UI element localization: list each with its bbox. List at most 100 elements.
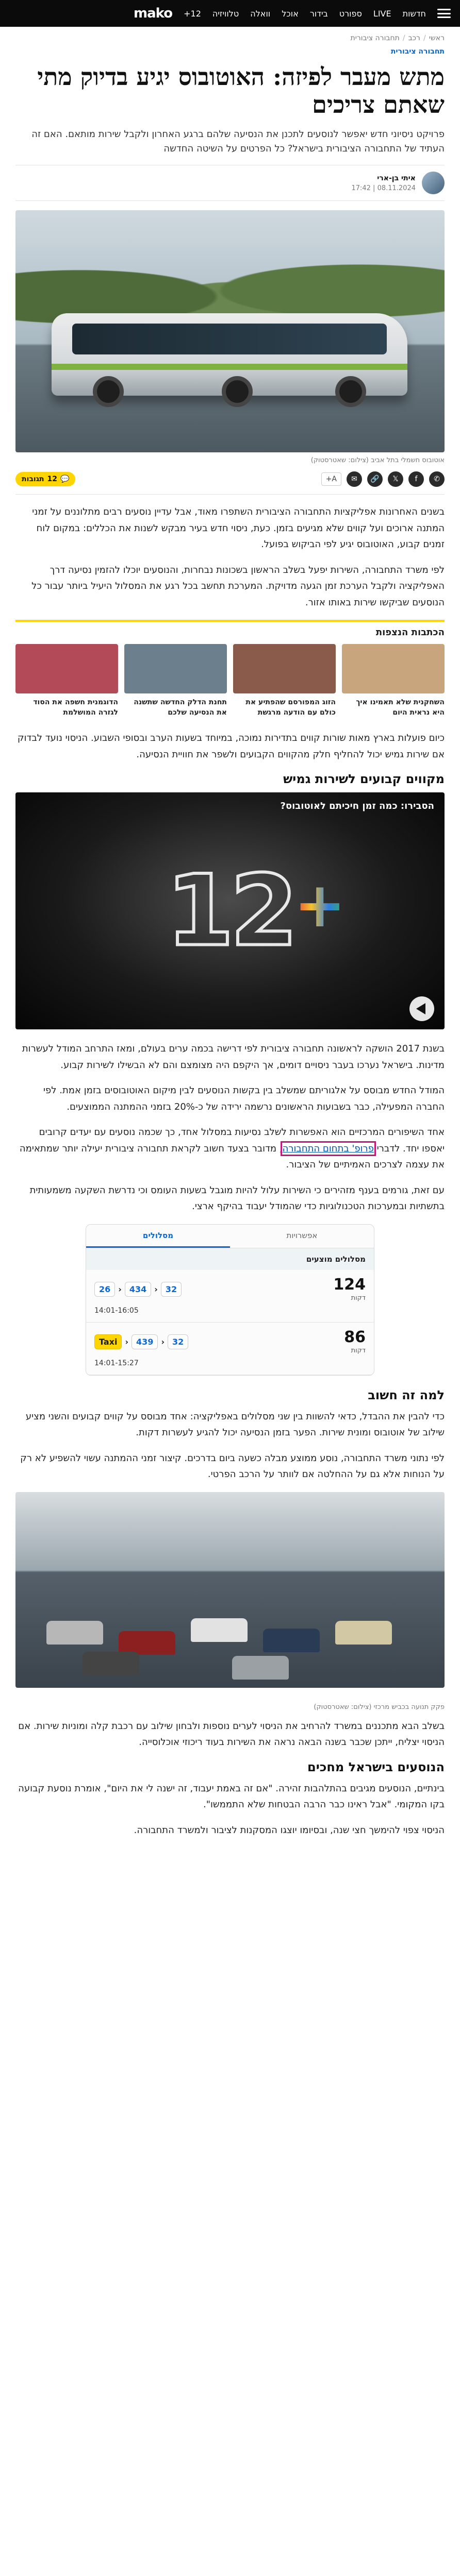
- route-option[interactable]: 86 דקות Taxi › 439 › 32 14:01-15:27: [86, 1323, 374, 1375]
- breadcrumb-transport[interactable]: תחבורה ציבורית: [351, 34, 400, 42]
- arrow-icon: ›: [118, 1284, 122, 1294]
- bus-line-badge: 32: [160, 1281, 182, 1297]
- author-info: איתי בן-ארי 08.11.2024 | 17:42: [351, 174, 416, 192]
- paragraph: אחד השיפורים המרכזיים הוא האפשרות לשלב נ…: [15, 1124, 445, 1173]
- paragraph: בשלב הבא מתכננים במשרד להרחיב את הניסוי …: [18, 1720, 445, 1748]
- paragraph: בינתיים, הנוסעים מגיבים בהתלהבות זהירה. …: [18, 1783, 445, 1810]
- nav-item-food[interactable]: אוכל: [282, 9, 299, 19]
- tab-options[interactable]: אפשרויות: [230, 1225, 374, 1248]
- section-heading: מקווים קבועים לשירות גמיש: [283, 772, 445, 787]
- font-size-button[interactable]: A+: [321, 472, 341, 486]
- mako-logo[interactable]: mako: [134, 6, 173, 21]
- route-legs: Taxi › 439 › 32: [94, 1334, 189, 1349]
- category-tag[interactable]: תחבורה ציבורית: [15, 47, 445, 60]
- related-card[interactable]: תחנת הדלק החדשה שתשנה את הנסיעה שלכם: [124, 644, 227, 718]
- top-navigation-bar: חדשות LIVE ספורט בידור אוכל וואלה טלוויז…: [0, 0, 460, 27]
- mail-icon[interactable]: ✉: [347, 471, 362, 487]
- nav-item-walla[interactable]: וואלה: [250, 9, 270, 19]
- bus-line-badge: 32: [168, 1334, 189, 1349]
- related-title[interactable]: הדוגמנית חשפה את הסוד לגזרה המושלמת: [15, 698, 118, 718]
- comments-button[interactable]: 💬 12 תגובות: [15, 472, 76, 487]
- related-title[interactable]: תחנת הדלק החדשה שתשנה את הנסיעה שלכם: [124, 698, 227, 718]
- plus-logo: +: [294, 870, 346, 942]
- facebook-icon[interactable]: f: [408, 471, 424, 487]
- whatsapp-icon[interactable]: ✆: [429, 471, 445, 487]
- main-nav: חדשות LIVE ספורט בידור אוכל וואלה טלוויז…: [184, 9, 426, 19]
- comments-label: תגובות: [22, 475, 44, 484]
- traffic-photo: [15, 1492, 445, 1688]
- hamburger-icon[interactable]: [437, 9, 451, 18]
- video-title: הסבירו: כמה זמן חיכיתם לאוטובוס?: [280, 801, 434, 812]
- author-name[interactable]: איתי בן-ארי: [351, 174, 416, 182]
- related-grid: השחקנית שלא תאמינו איך היא נראית היום הז…: [15, 644, 445, 718]
- paragraph: בשנים האחרונות אפליקציות התחבורה הציבורי…: [32, 506, 445, 550]
- nav-item-tv[interactable]: טלוויזיה: [212, 9, 239, 19]
- related-card[interactable]: הדוגמנית חשפה את הסוד לגזרה המושלמת: [15, 644, 118, 718]
- paragraph: כיום פועלות בארץ מאות שורות קווים בתדירו…: [17, 733, 445, 760]
- route-time: 14:01-16:05: [94, 1306, 139, 1315]
- article-subtitle: פרויקט ניסיוני חדש יאפשר לנוסעים לתכנן א…: [31, 128, 445, 155]
- route-duration: 86 דקות: [344, 1328, 366, 1354]
- hero-caption: אוטובוס חשמלי בתל אביב (צילום: שאטרסטוק): [310, 456, 445, 465]
- paragraph: לפי משרד התחבורה, השירות יפעל בשלב הראשו…: [31, 564, 445, 608]
- related-title[interactable]: השחקנית שלא תאמינו איך היא נראית היום: [342, 698, 445, 718]
- paragraph: בשנת 2017 הושקה לראשונה תחבורה ציבורית ל…: [22, 1043, 445, 1071]
- related-thumbnail[interactable]: [233, 644, 336, 694]
- related-card[interactable]: השחקנית שלא תאמינו איך היא נראית היום: [342, 644, 445, 718]
- arrow-icon: ›: [161, 1336, 165, 1347]
- nav-item-live[interactable]: LIVE: [373, 9, 391, 19]
- taxi-badge: Taxi: [94, 1334, 122, 1349]
- paragraph: לפי נתוני משרד התחבורה, נוסע ממוצע מבלה …: [20, 1452, 445, 1480]
- related-heading: הכתבות הנצפות: [375, 627, 445, 638]
- publish-date: 08.11.2024 | 17:42: [351, 184, 416, 192]
- related-card[interactable]: הזוג המפורסם שהפתיע את כולם עם הודעה מרג…: [233, 644, 336, 718]
- paragraph: הניסוי צפוי להימשך חצי שנה, ובסיומו יוצג…: [134, 1824, 445, 1836]
- author-meta: איתי בן-ארי 08.11.2024 | 17:42: [15, 165, 445, 201]
- hero-image: [15, 210, 445, 453]
- breadcrumb: ראשי / רכב / תחבורה ציבורית: [15, 27, 445, 47]
- comment-icon: 💬: [60, 475, 70, 484]
- nav-item-sport[interactable]: ספורט: [339, 9, 362, 19]
- nav-item-news[interactable]: חדשות: [403, 9, 426, 19]
- nav-item-entertainment[interactable]: בידור: [310, 9, 328, 19]
- related-thumbnail[interactable]: [124, 644, 227, 694]
- arrow-icon: ›: [125, 1336, 129, 1347]
- related-title[interactable]: הזוג המפורסם שהפתיע את כולם עם הודעה מרג…: [233, 698, 336, 718]
- link-icon[interactable]: 🔗: [367, 471, 383, 487]
- route-legs: 26 › 434 › 32: [94, 1281, 182, 1297]
- bus-illustration: [52, 313, 407, 408]
- video-player[interactable]: הסבירו: כמה זמן חיכיתם לאוטובוס? 12 +: [15, 792, 445, 1030]
- breadcrumb-home[interactable]: ראשי: [429, 34, 445, 42]
- route-option[interactable]: 124 דקות 26 › 434 › 32 14:01-16:05: [86, 1270, 374, 1323]
- channel-12-logo: 12: [165, 853, 300, 970]
- section-heading: הנוסעים בישראל מחכים: [307, 1759, 445, 1774]
- route-time: 14:01-15:27: [94, 1359, 139, 1367]
- related-thumbnail[interactable]: [15, 644, 118, 694]
- tab-routes[interactable]: מסלולים: [86, 1225, 230, 1248]
- app-screenshot-card: אפשרויות מסלולים מסלולים מוצעים 124 דקות…: [86, 1224, 374, 1376]
- comments-count: 12: [47, 475, 58, 484]
- play-icon[interactable]: [409, 996, 434, 1022]
- routes-section-title: מסלולים מוצעים: [86, 1248, 374, 1270]
- bus-line-badge: 434: [124, 1281, 152, 1297]
- breadcrumb-cars[interactable]: רכב: [408, 34, 420, 42]
- breadcrumb-separator: /: [423, 34, 426, 42]
- photo-caption: פקק תנועה בכביש מרכזי (צילום: שאטרסטוק): [314, 1703, 445, 1711]
- inline-link[interactable]: פרופ' בתחום התחבורה: [280, 1141, 376, 1156]
- paragraph: עם זאת, גורמים בענף מזהירים כי השירות על…: [29, 1184, 445, 1212]
- twitter-icon[interactable]: 𝕏: [388, 471, 403, 487]
- arrow-icon: ›: [154, 1284, 158, 1294]
- section-heading: למה זה חשוב: [368, 1387, 445, 1402]
- avatar: [422, 172, 445, 195]
- app-tabs: אפשרויות מסלולים: [86, 1225, 374, 1248]
- breadcrumb-separator: /: [402, 34, 405, 42]
- route-duration: 124 דקות: [333, 1275, 366, 1302]
- paragraph: המודל החדש מבוסס על אלגוריתם שמשלב בין ב…: [43, 1085, 445, 1112]
- related-thumbnail[interactable]: [342, 644, 445, 694]
- paragraph: כדי להבין את ההבדל, כדאי להשוות בין שני …: [25, 1411, 445, 1438]
- bus-line-badge: 439: [132, 1334, 158, 1349]
- related-articles: הכתבות הנצפות השחקנית שלא תאמינו איך היא…: [15, 620, 445, 718]
- article-title: מתש מעבר לפיזה: האוטובוס יגיע בדיוק מתי …: [37, 63, 445, 119]
- nav-item-12plus[interactable]: 12+: [184, 9, 201, 19]
- bus-line-badge: 26: [94, 1281, 116, 1297]
